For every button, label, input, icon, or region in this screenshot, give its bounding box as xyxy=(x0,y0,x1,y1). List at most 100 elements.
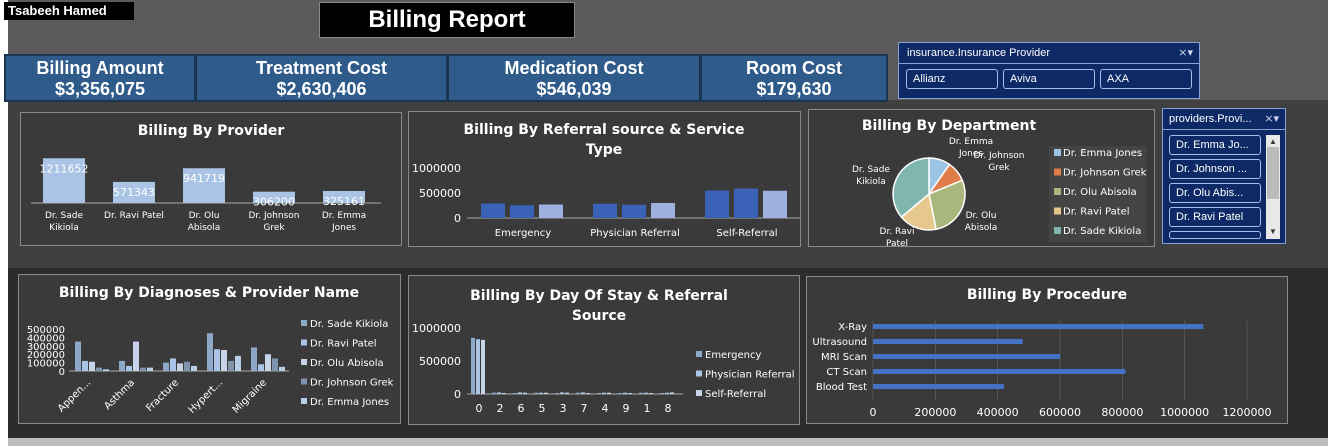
scroll-thumb[interactable] xyxy=(1267,147,1279,199)
slicer-header: providers.Provi... ⨯▾ xyxy=(1163,109,1285,130)
bar xyxy=(228,360,234,371)
bottom-band xyxy=(8,438,1328,446)
scroll-up-icon[interactable]: ▲ xyxy=(1269,137,1277,146)
legend-entry: Dr. Sade Kikiola xyxy=(310,319,388,330)
slicer-header: insurance.Insurance Provider ⨯▾ xyxy=(899,43,1199,64)
slice-label: Abisola xyxy=(965,223,998,233)
bar xyxy=(539,392,543,394)
slicer-item-ravi[interactable]: Dr. Ravi Patel xyxy=(1169,207,1261,227)
bar xyxy=(518,392,522,394)
tick-label: Migraine xyxy=(231,377,269,415)
clear-filter-icon[interactable]: ⨯▾ xyxy=(1178,46,1193,59)
x-tick-label: 400000 xyxy=(977,406,1019,419)
bar xyxy=(565,392,569,394)
tick-label: Grek xyxy=(263,223,285,233)
day-of-stay-chart-svg: 1000000 500000 0 0 2 6 5 3 7 4 9 1 8 Emergency Physici… xyxy=(412,322,794,415)
slicer-item-aviva[interactable]: Aviva xyxy=(1003,69,1095,89)
bar xyxy=(873,369,1126,374)
bar xyxy=(96,367,102,371)
y-tick-label: 500000 xyxy=(419,187,461,200)
tick-label: Dr. Ravi Patel xyxy=(104,211,164,221)
diagnoses-chart-svg: 5000004000003000002000001000000Appen... A… xyxy=(27,319,394,416)
tick-label: Physician Referral xyxy=(590,228,679,239)
x-tick-label: 0 xyxy=(870,406,877,419)
bar xyxy=(534,392,538,394)
bar xyxy=(89,361,95,371)
bar xyxy=(207,333,213,371)
bar xyxy=(481,203,505,218)
chart-billing-by-day-of-stay: Billing By Day Of Stay & Referral Source… xyxy=(408,275,800,425)
tick-label: 9 xyxy=(623,402,630,415)
tick-label: Dr. Emma xyxy=(322,211,366,221)
y-tick-label: 0 xyxy=(454,212,461,225)
bar xyxy=(272,358,278,371)
tick-label: 5 xyxy=(539,402,546,415)
bar xyxy=(597,393,601,394)
tick-label: 8 xyxy=(665,402,672,415)
providers-slicer[interactable]: providers.Provi... ⨯▾ Dr. Emma Jo... Dr.… xyxy=(1162,108,1286,244)
department-chart-svg: Dr. EmmaJonesDr. JohnsonGrekDr. OluAbiso… xyxy=(852,137,1147,246)
bar xyxy=(481,339,485,394)
tick-label: CT Scan xyxy=(826,367,867,378)
bar xyxy=(471,337,475,394)
slicer-item-allianz[interactable]: Allianz xyxy=(906,69,998,89)
report-title: Billing Report xyxy=(319,2,575,38)
bar xyxy=(602,392,606,394)
data-label: 941719 xyxy=(183,172,225,185)
chart-billing-by-procedure: Billing By Procedure 0 200000 400000 600000… xyxy=(806,276,1288,424)
kpi-value: $546,039 xyxy=(536,79,612,99)
slicer-item-emma[interactable]: Dr. Emma Jo... xyxy=(1169,135,1261,155)
bar xyxy=(126,365,132,371)
tick-label: Dr. Johnson xyxy=(249,211,300,221)
legend-entry: Dr. Emma Jones xyxy=(1063,148,1142,159)
procedure-chart-svg: 0 200000 400000 600000 800000 1000000 1200000 X… xyxy=(812,321,1272,419)
slicer-item-partial[interactable] xyxy=(1169,231,1261,239)
bar xyxy=(103,369,109,371)
bar xyxy=(576,392,580,394)
data-label: 1211652 xyxy=(40,162,89,175)
user-name: Tsabeeh Hamed xyxy=(4,2,134,20)
bar xyxy=(705,190,729,218)
kpi-medication-cost: Medication Cost $546,039 xyxy=(447,54,701,102)
data-label: 325161 xyxy=(323,195,365,208)
bar xyxy=(539,204,563,218)
y-tick-label: 1000000 xyxy=(412,162,461,175)
clear-filter-icon[interactable]: ⨯▾ xyxy=(1264,112,1279,125)
tick-label: Hypert... xyxy=(187,377,226,416)
bar xyxy=(170,358,176,371)
slicer-title: insurance.Insurance Provider xyxy=(907,47,1051,59)
slicer-item-axa[interactable]: AXA xyxy=(1100,69,1192,89)
kpi-room-cost: Room Cost $179,630 xyxy=(700,54,888,102)
legend-entry: Dr. Ravi Patel xyxy=(1063,207,1130,218)
chart-billing-by-provider: Billing By Provider 1211652 Dr. Sade Kikio… xyxy=(20,112,402,246)
legend-entry: Emergency xyxy=(705,350,761,361)
kpi-label: Room Cost xyxy=(746,58,842,78)
scroll-down-icon[interactable]: ▼ xyxy=(1269,227,1277,236)
slicer-item-olu[interactable]: Dr. Olu Abis... xyxy=(1169,183,1261,203)
insurance-slicer[interactable]: insurance.Insurance Provider ⨯▾ Allianz … xyxy=(898,42,1200,99)
legend-marker xyxy=(1054,149,1061,156)
tick-label: 7 xyxy=(581,402,588,415)
legend-entry: Dr. Johnson Grek xyxy=(310,378,394,389)
tick-label: Emergency xyxy=(495,228,551,239)
chart-billing-by-department: Billing By Department Dr. Emma Jones Dr. J… xyxy=(808,109,1155,247)
slicer-scrollbar[interactable]: ▲ ▼ xyxy=(1266,135,1280,239)
tick-label: 0 xyxy=(476,402,483,415)
legend-marker xyxy=(1054,207,1061,215)
bar xyxy=(492,392,496,394)
bar xyxy=(649,393,653,394)
bar xyxy=(140,367,146,371)
legend-marker xyxy=(696,370,702,377)
bar xyxy=(623,392,627,394)
legend-entry: Physician Referral xyxy=(705,370,794,381)
bar xyxy=(555,393,559,394)
bar xyxy=(476,339,480,394)
bar xyxy=(873,384,1004,389)
legend-marker xyxy=(696,390,702,396)
legend-entry: Dr. Sade Kikiola xyxy=(1063,226,1141,237)
slicer-item-johnson[interactable]: Dr. Johnson ... xyxy=(1169,159,1261,179)
tick-label: 4 xyxy=(602,402,609,415)
bar xyxy=(644,392,648,394)
legend-marker xyxy=(1054,227,1061,234)
bar xyxy=(670,392,674,394)
